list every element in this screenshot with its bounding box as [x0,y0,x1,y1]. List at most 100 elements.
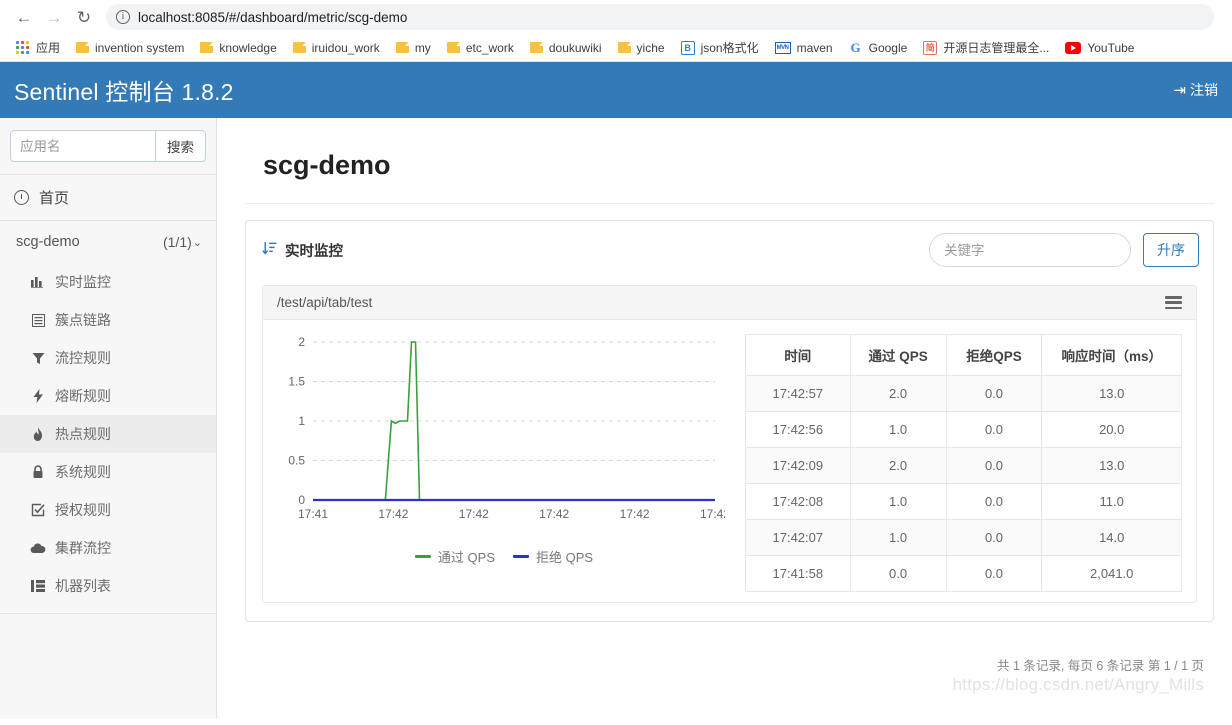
bookmark-google[interactable]: G Google [841,38,916,58]
bookmark-apps[interactable]: 应用 [8,36,68,59]
table-cell: 0.0 [945,483,1043,520]
metric-card-header: /test/api/tab/test [263,286,1196,320]
bookmark-json-format[interactable]: B json格式化 [673,36,767,59]
sidebar-item-flow-rules[interactable]: 流控规则 [0,339,216,377]
forward-arrow-icon[interactable]: → [40,3,68,31]
table-cell: 2.0 [849,375,947,412]
folder-icon [446,42,460,53]
resource-name: /test/api/tab/test [277,295,373,310]
legend-item-block-qps[interactable]: 拒绝 QPS [513,547,593,566]
legend-item-pass-qps[interactable]: 通过 QPS [414,547,495,566]
bookmark-youtube[interactable]: YouTube [1057,38,1142,58]
address-bar[interactable]: i localhost:8085/#/dashboard/metric/scg-… [106,4,1214,30]
table-cell: 0.0 [945,519,1043,556]
bookmark-label: iruidou_work [311,40,380,55]
bookmark-label: my [414,40,431,55]
table-row: 17:42:07 1.0 0.0 14.0 [745,519,1182,556]
folder-icon [200,42,214,53]
folder-icon [395,42,409,53]
table-row: 17:41:58 0.0 0.0 2,041.0 [745,555,1182,592]
sidebar-item-machine-list[interactable]: 机器列表 [0,567,216,605]
search-button[interactable]: 搜索 [155,130,206,162]
table-cell: 17:42:09 [745,447,851,484]
bookmark-maven[interactable]: MVN maven [767,38,841,58]
app-body: 搜索 首页 scg-demo (1/1) ⌄ 实时监控 [0,118,1232,719]
sidebar: 搜索 首页 scg-demo (1/1) ⌄ 实时监控 [0,118,217,719]
table-cell: 17:41:58 [745,555,851,592]
table-cell: 0.0 [945,447,1043,484]
sidebar-item-cluster-flow[interactable]: 集群流控 [0,529,216,567]
sidebar-app-group-scg-demo[interactable]: scg-demo (1/1) ⌄ [0,221,216,263]
sidebar-item-realtime-monitor[interactable]: 实时监控 [0,263,216,301]
bookmark-my[interactable]: my [388,38,439,58]
back-arrow-icon[interactable]: ← [10,3,38,31]
panel-heading: 实时监控 [262,240,343,261]
column-header-rt: 响应时间（ms） [1041,334,1182,376]
sidebar-item-label: 实时监控 [55,274,111,290]
lock-icon [30,465,46,479]
sidebar-item-label: 集群流控 [55,540,111,556]
metric-table-body: 17:42:57 2.0 0.0 13.0 17:42:56 1.0 0.0 20.0 17:4… [745,375,1182,592]
y-tick-label: 1 [298,414,305,428]
site-info-icon[interactable]: i [116,10,130,24]
filter-icon [30,352,46,365]
hamburger-menu-icon[interactable] [1165,296,1182,309]
sidebar-item-system-rules[interactable]: 系统规则 [0,453,216,491]
sidebar-item-label: 熔断规则 [55,388,111,404]
jianshu-favicon-icon: 简 [923,40,938,55]
server-icon [30,580,46,592]
bookmark-yiche[interactable]: yiche [610,38,673,58]
sidebar-item-hotspot-rules[interactable]: 热点规则 [0,415,216,453]
bookmark-label: etc_work [465,40,514,55]
footer-note: 共 1 条记录, 每页 6 条记录 第 1 / 1 页 https://blog… [953,655,1204,695]
sort-order-button[interactable]: 升序 [1143,233,1199,267]
table-cell: 17:42:56 [745,411,851,448]
table-row: 17:42:08 1.0 0.0 11.0 [745,483,1182,520]
legend-label: 通过 QPS [437,550,495,565]
table-cell: 1.0 [849,519,947,556]
sidebar-item-circuit-breaker-rules[interactable]: 熔断规则 [0,377,216,415]
table-cell: 17:42:07 [745,519,851,556]
bookmark-knowledge[interactable]: knowledge [192,38,284,58]
bookmark-invention-system[interactable]: invention system [68,38,192,58]
sidebar-item-cluster-link[interactable]: 簇点链路 [0,301,216,339]
table-cell: 11.0 [1041,483,1182,520]
legend-swatch-pass [414,555,431,558]
bookmark-iruidou-work[interactable]: iruidou_work [285,38,388,58]
search-input[interactable] [10,130,155,162]
panel-header: 实时监控 升序 [246,221,1213,279]
table-row: 17:42:09 2.0 0.0 13.0 [745,447,1182,484]
google-favicon-icon: G [850,39,861,55]
sidebar-item-label: 热点规则 [55,426,111,442]
logout-button[interactable]: ⇥ 注销 [1173,80,1218,100]
table-row: 17:42:56 1.0 0.0 20.0 [745,411,1182,448]
logout-label: 注销 [1190,82,1218,98]
chevron-down-icon[interactable]: ⌄ [193,236,202,249]
bookmark-label: json格式化 [700,41,759,55]
app-header: Sentinel 控制台 1.8.2 ⇥ 注销 [0,62,1232,118]
reload-icon[interactable]: ↻ [70,3,98,31]
bookmark-doukuwiki[interactable]: doukuwiki [522,38,610,58]
metric-card-body: 00.511.5217:4117:4217:4217:4217:4217:42 … [263,320,1196,602]
sidebar-item-authority-rules[interactable]: 授权规则 [0,491,216,529]
bookmark-label: yiche [636,40,665,55]
browser-chrome: ← → ↻ i localhost:8085/#/dashboard/metri… [0,0,1232,62]
sidebar-item-label: 流控规则 [55,350,111,366]
metric-table-head: 时间 通过 QPS 拒绝QPS 响应时间（ms） [745,334,1182,376]
bookmark-label: knowledge [219,40,277,55]
qps-line-chart: 00.511.5217:4117:4217:4217:4217:4217:42 … [273,334,735,592]
check-square-icon [30,503,46,517]
bookmark-etc-work[interactable]: etc_work [439,38,522,58]
bookmark-label: doukuwiki [548,40,602,55]
sidebar-item-home[interactable]: 首页 [0,175,216,220]
bolt-icon [30,389,46,403]
main-content: scg-demo 实时监控 升 [217,118,1232,719]
bookmark-label: maven [796,40,833,55]
folder-icon [292,42,306,53]
keyword-search-input[interactable] [929,233,1131,267]
bookmark-jianshu[interactable]: 简 开源日志管理最全... [915,36,1057,59]
bookmark-label: Google [868,40,908,55]
table-cell: 1.0 [849,411,947,448]
chart-legend: 通过 QPS 拒绝 QPS [273,547,735,566]
realtime-monitor-panel: 实时监控 升序 /test/api/tab/test 00 [245,220,1214,622]
